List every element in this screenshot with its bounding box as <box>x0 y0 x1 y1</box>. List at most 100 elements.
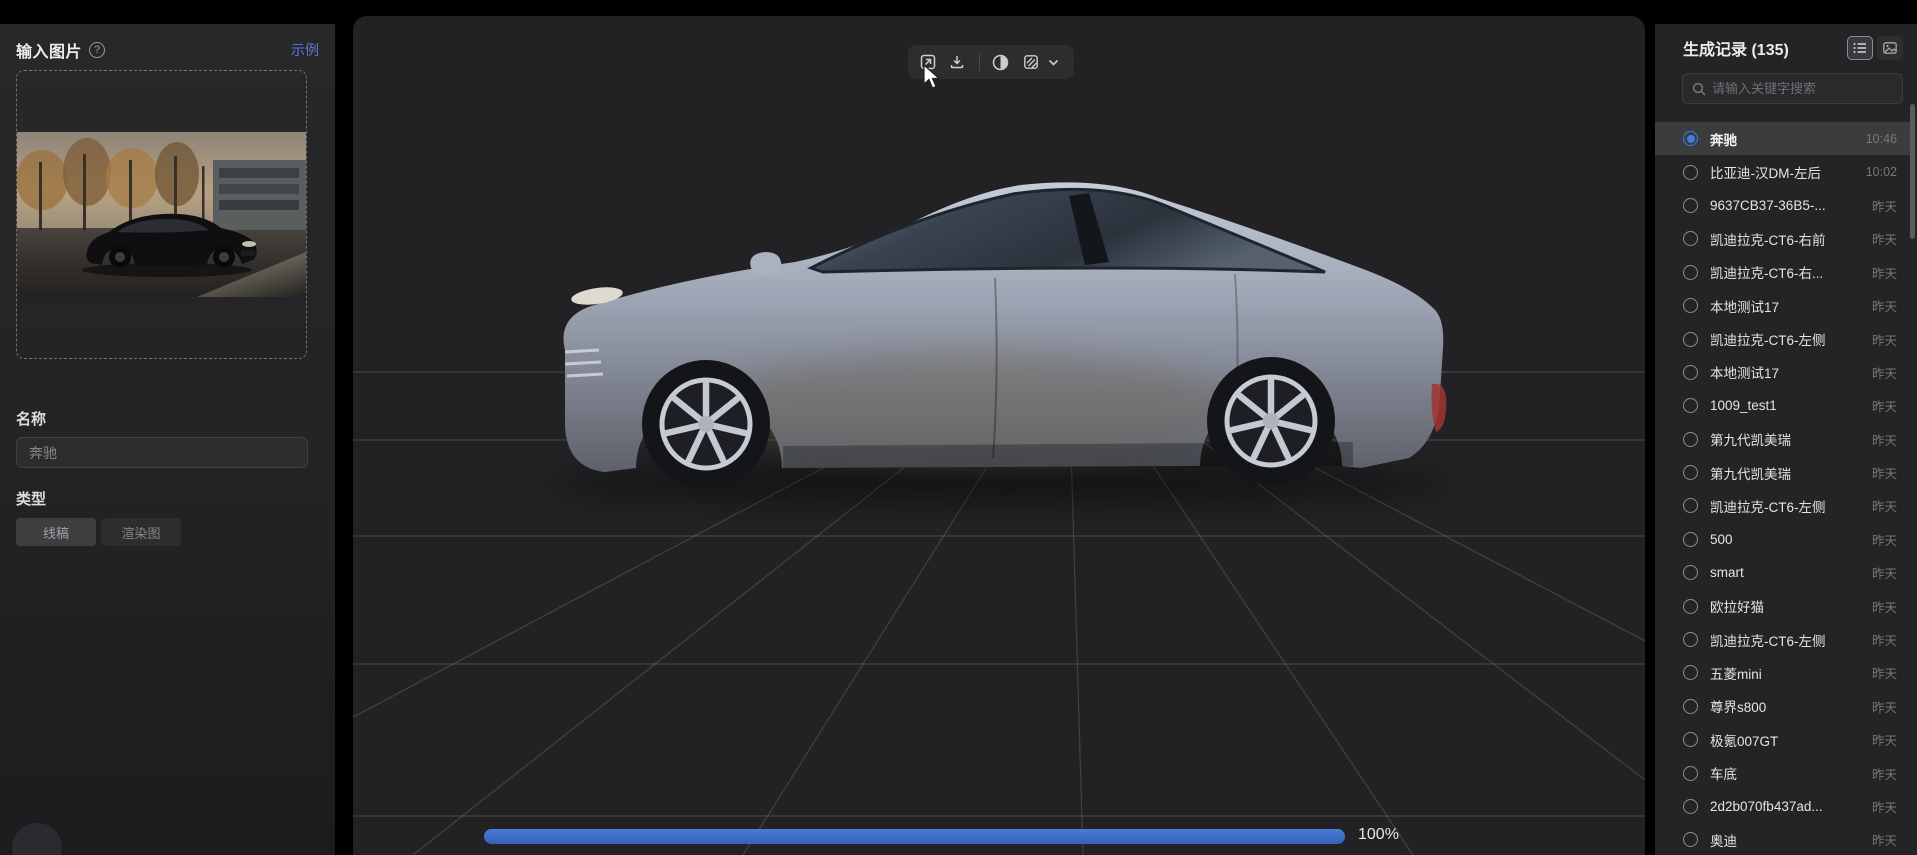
record-time: 10:46 <box>1858 132 1897 146</box>
record-time: 昨天 <box>1864 430 1897 449</box>
record-name: 本地测试17 <box>1710 296 1779 316</box>
record-item[interactable]: 本地测试17 昨天 <box>1655 289 1911 322</box>
record-item[interactable]: 第九代凯美瑞 昨天 <box>1655 456 1911 489</box>
search-field[interactable] <box>1682 73 1903 104</box>
record-radio[interactable] <box>1683 732 1698 747</box>
type-option-button[interactable]: 线稿 <box>16 518 96 546</box>
record-radio[interactable] <box>1683 498 1698 513</box>
car-model[interactable] <box>353 16 1645 855</box>
record-time: 昨天 <box>1864 663 1897 682</box>
record-radio[interactable] <box>1683 332 1698 347</box>
image-view-button[interactable] <box>1877 36 1903 60</box>
record-radio[interactable] <box>1683 265 1698 280</box>
record-item[interactable]: 凯迪拉克-CT6-左侧 昨天 <box>1655 489 1911 522</box>
record-item[interactable]: 欧拉好猫 昨天 <box>1655 589 1911 622</box>
record-item[interactable]: 凯迪拉克-CT6-左侧 昨天 <box>1655 623 1911 656</box>
record-item[interactable]: 本地测试17 昨天 <box>1655 356 1911 389</box>
record-item[interactable]: 凯迪拉克-CT6-右前 昨天 <box>1655 222 1911 255</box>
progress-percent-label: 100% <box>1358 826 1399 844</box>
record-time: 昨天 <box>1864 496 1897 515</box>
record-name: 第九代凯美瑞 <box>1710 463 1791 483</box>
rear-wheel <box>1207 357 1335 485</box>
download-icon[interactable] <box>949 54 965 71</box>
name-input[interactable] <box>16 437 308 468</box>
app-root: 输入图片 ? 示例 <box>0 0 1917 855</box>
record-item[interactable]: 2d2b070fb437ad... 昨天 <box>1655 790 1911 823</box>
record-item[interactable]: 凯迪拉克-CT6-右... 昨天 <box>1655 256 1911 289</box>
record-item[interactable]: 车底 昨天 <box>1655 756 1911 789</box>
records-scrollbar[interactable] <box>1910 104 1915 239</box>
corner-floating-button[interactable] <box>12 823 62 855</box>
record-radio[interactable] <box>1683 565 1698 580</box>
record-radio[interactable] <box>1683 465 1698 480</box>
view-toggle <box>1847 36 1903 60</box>
record-item[interactable]: 9637CB37-36B5-... 昨天 <box>1655 189 1911 222</box>
record-radio[interactable] <box>1683 432 1698 447</box>
record-item[interactable]: 凯迪拉克-CT6-左侧 昨天 <box>1655 322 1911 355</box>
record-radio[interactable] <box>1683 165 1698 180</box>
record-name: 欧拉好猫 <box>1710 596 1764 616</box>
record-name: 第九代凯美瑞 <box>1710 429 1791 449</box>
toolbar-divider <box>979 53 980 71</box>
record-item[interactable]: 1009_test1 昨天 <box>1655 389 1911 422</box>
record-item[interactable]: 极氪007GT 昨天 <box>1655 723 1911 756</box>
record-radio[interactable] <box>1683 398 1698 413</box>
record-name: 车底 <box>1710 763 1737 783</box>
record-name: 极氪007GT <box>1710 730 1778 750</box>
record-name: 凯迪拉克-CT6-右... <box>1710 262 1823 282</box>
input-image-photo <box>17 132 306 297</box>
record-radio[interactable] <box>1683 766 1698 781</box>
list-view-button[interactable] <box>1847 36 1873 60</box>
record-radio[interactable] <box>1683 131 1698 146</box>
record-radio[interactable] <box>1683 298 1698 313</box>
record-radio[interactable] <box>1683 231 1698 246</box>
record-radio[interactable] <box>1683 198 1698 213</box>
record-item[interactable]: 五菱mini 昨天 <box>1655 656 1911 689</box>
input-image-title: 输入图片 <box>16 38 82 62</box>
input-image-dropzone[interactable] <box>16 70 307 359</box>
record-item[interactable]: 尊界s800 昨天 <box>1655 690 1911 723</box>
record-item[interactable]: 奥迪 昨天 <box>1655 823 1911 855</box>
record-radio[interactable] <box>1683 632 1698 647</box>
record-item[interactable]: smart 昨天 <box>1655 556 1911 589</box>
record-time: 昨天 <box>1864 196 1897 215</box>
record-item[interactable]: 奔驰 10:46 <box>1655 122 1911 155</box>
search-input[interactable] <box>1712 81 1893 96</box>
record-radio[interactable] <box>1683 665 1698 680</box>
record-time: 昨天 <box>1864 263 1897 282</box>
record-radio[interactable] <box>1683 365 1698 380</box>
record-time: 昨天 <box>1864 797 1897 816</box>
record-time: 昨天 <box>1864 697 1897 716</box>
record-radio[interactable] <box>1683 799 1698 814</box>
search-icon <box>1692 82 1706 96</box>
record-radio[interactable] <box>1683 599 1698 614</box>
record-time: 昨天 <box>1864 229 1897 248</box>
record-name: 比亚迪-汉DM-左后 <box>1710 162 1821 182</box>
record-time: 昨天 <box>1864 630 1897 649</box>
record-time: 昨天 <box>1864 330 1897 349</box>
record-name: 凯迪拉克-CT6-左侧 <box>1710 329 1826 349</box>
record-time: 昨天 <box>1864 463 1897 482</box>
record-time: 昨天 <box>1864 396 1897 415</box>
viewport-3d[interactable]: 100% <box>353 16 1645 855</box>
records-panel: 生成记录 (135) <box>1655 24 1917 855</box>
question-circle-icon[interactable]: ? <box>89 42 105 58</box>
example-link[interactable]: 示例 <box>291 40 319 60</box>
record-time: 昨天 <box>1864 830 1897 849</box>
record-time: 昨天 <box>1864 363 1897 382</box>
generation-progress-bar <box>484 829 1345 844</box>
record-item[interactable]: 比亚迪-汉DM-左后 10:02 <box>1655 155 1911 188</box>
material-icon[interactable] <box>1022 54 1038 71</box>
record-item[interactable]: 500 昨天 <box>1655 523 1911 556</box>
chevron-down-icon[interactable] <box>1046 54 1062 71</box>
record-name: 500 <box>1710 532 1733 547</box>
record-item[interactable]: 第九代凯美瑞 昨天 <box>1655 423 1911 456</box>
left-panel: 输入图片 ? 示例 <box>0 24 335 855</box>
record-radio[interactable] <box>1683 832 1698 847</box>
type-option-button[interactable]: 渲染图 <box>101 518 181 546</box>
record-name: 本地测试17 <box>1710 362 1779 382</box>
contrast-icon[interactable] <box>992 54 1009 71</box>
record-radio[interactable] <box>1683 699 1698 714</box>
record-radio[interactable] <box>1683 532 1698 547</box>
records-title: 生成记录 (135) <box>1683 36 1789 60</box>
